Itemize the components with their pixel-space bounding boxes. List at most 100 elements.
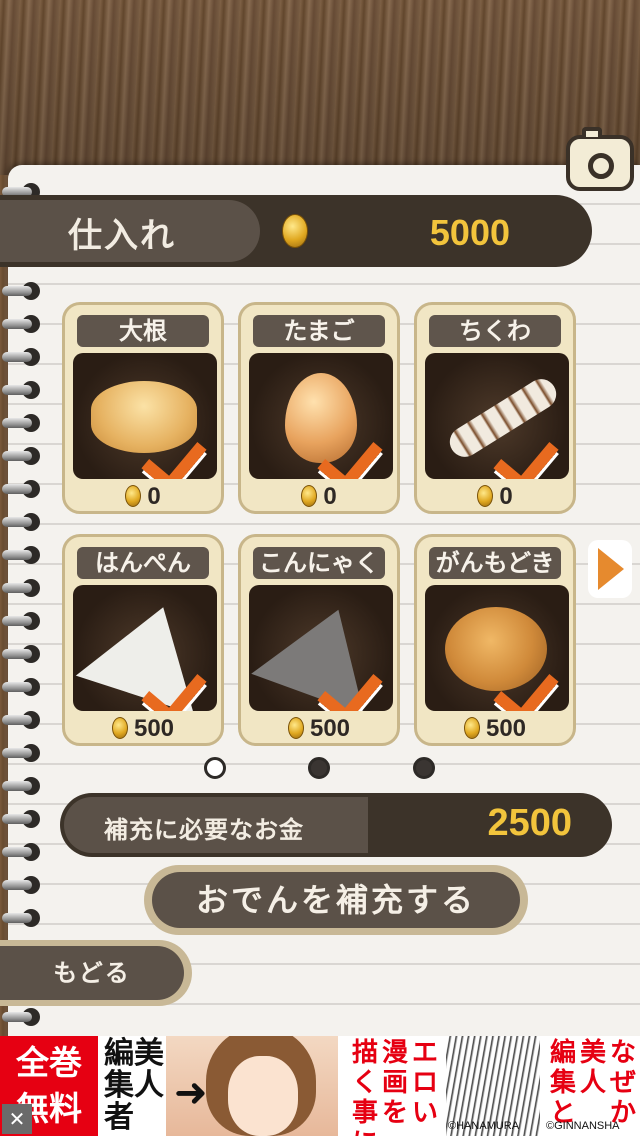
ad-badge-line1: 全巻 — [16, 1043, 82, 1082]
ring-icon — [2, 741, 42, 765]
ring-wire — [2, 550, 32, 560]
ring-icon — [2, 609, 42, 633]
ring-wire — [2, 847, 32, 857]
item-price-value: 0 — [147, 483, 161, 510]
ring-wire — [2, 484, 32, 494]
ring-icon — [2, 807, 42, 831]
ad-left-text: 編美集人者 — [104, 1036, 164, 1135]
item-name: はんぺん — [77, 547, 209, 579]
item-price: 0 — [241, 483, 397, 511]
ring-icon — [2, 411, 42, 435]
ring-wire — [2, 451, 32, 461]
coin-icon — [282, 214, 308, 248]
item-name: 大根 — [77, 315, 209, 347]
coin-icon — [125, 485, 142, 507]
item-card-chikuwa[interactable]: ちくわ 0 — [414, 302, 576, 514]
ad-text-col3: エロい — [411, 1038, 438, 1128]
back-button-label[interactable]: もどる — [0, 946, 184, 1000]
ring-wire — [2, 418, 32, 428]
page-dot-3[interactable] — [413, 757, 435, 779]
coin-icon — [477, 485, 494, 507]
item-price-value: 500 — [485, 715, 527, 742]
item-card-egg[interactable]: たまご 0 — [238, 302, 400, 514]
item-card-ganmodoki[interactable]: がんもどき 500 — [414, 534, 576, 746]
coin-icon — [111, 717, 128, 739]
ad-banner[interactable]: 全巻 無料 ✕ 編美集人者 ➜ 描く事に 漫画を エロい 編集と 美人 なぜか … — [0, 1036, 640, 1136]
money-total: 5000 — [429, 212, 510, 253]
item-photo — [425, 353, 569, 479]
refill-button-label[interactable]: おでんを補充する — [152, 872, 520, 928]
ring-icon — [2, 312, 42, 336]
item-price: 0 — [65, 483, 221, 511]
ring-wire — [2, 385, 32, 395]
wood-background — [0, 0, 640, 175]
close-icon[interactable]: ✕ — [2, 1104, 32, 1134]
ad-text-col1: 描く事に — [351, 1038, 378, 1136]
item-price: 500 — [65, 715, 221, 743]
ad-illustration: ➜ — [166, 1036, 338, 1136]
ad-text-col6: なぜか — [609, 1038, 636, 1128]
ring-wire — [2, 748, 32, 758]
ring-icon — [2, 675, 42, 699]
ad-credit-1: ©HANAMURA — [448, 1120, 520, 1132]
item-price-value: 0 — [499, 483, 513, 510]
camera-icon — [588, 153, 614, 179]
ring-wire — [2, 319, 32, 329]
ring-wire — [2, 715, 32, 725]
ring-icon — [2, 279, 42, 303]
ring-wire — [2, 649, 32, 659]
ring-wire — [2, 814, 32, 824]
ad-text-col4: 編集と — [549, 1038, 576, 1128]
ad-face — [228, 1056, 298, 1136]
item-photo — [249, 353, 393, 479]
ring-wire — [2, 1012, 32, 1022]
ring-wire — [2, 352, 32, 362]
next-page-arrow-icon[interactable] — [588, 540, 632, 598]
page-dot-1[interactable] — [204, 757, 226, 779]
arrow-right-icon: ➜ — [174, 1070, 208, 1116]
item-name: ちくわ — [429, 315, 561, 347]
item-price-value: 500 — [133, 715, 175, 742]
page-title: 仕入れ — [68, 216, 176, 256]
item-price-value: 0 — [323, 483, 337, 510]
item-photo — [249, 585, 393, 711]
coin-icon — [287, 717, 304, 739]
notebook-rings — [0, 180, 44, 1040]
item-price: 500 — [417, 715, 573, 743]
check-icon — [499, 653, 563, 707]
ring-icon — [2, 444, 42, 468]
item-photo — [425, 585, 569, 711]
check-icon — [323, 421, 387, 475]
check-icon — [323, 653, 387, 707]
item-card-daikon[interactable]: 大根 0 — [62, 302, 224, 514]
ring-wire — [2, 682, 32, 692]
item-price: 500 — [241, 715, 397, 743]
coin-icon — [463, 717, 480, 739]
item-name: たまご — [253, 315, 385, 347]
page-dot-2[interactable] — [308, 757, 330, 779]
item-name: こんにゃく — [253, 547, 385, 579]
ring-wire — [2, 781, 32, 791]
item-card-hanpen[interactable]: はんぺん 500 — [62, 534, 224, 746]
item-photo — [73, 585, 217, 711]
camera-button[interactable] — [566, 127, 634, 191]
ring-icon — [2, 708, 42, 732]
ring-icon — [2, 576, 42, 600]
ring-icon — [2, 378, 42, 402]
ring-icon — [2, 510, 42, 534]
camera-icon-top — [582, 127, 602, 137]
ring-icon — [2, 774, 42, 798]
ring-icon — [2, 873, 42, 897]
ring-wire — [2, 517, 32, 527]
coin-icon — [301, 485, 318, 507]
item-photo — [73, 353, 217, 479]
ring-wire — [2, 583, 32, 593]
item-price: 0 — [417, 483, 573, 511]
check-icon — [147, 421, 211, 475]
item-card-konnyaku[interactable]: こんにゃく 500 — [238, 534, 400, 746]
ring-icon — [2, 477, 42, 501]
ring-wire — [2, 913, 32, 923]
ring-icon — [2, 840, 42, 864]
check-icon — [147, 653, 211, 707]
ad-credit-2: ©GINNANSHA — [546, 1120, 620, 1132]
